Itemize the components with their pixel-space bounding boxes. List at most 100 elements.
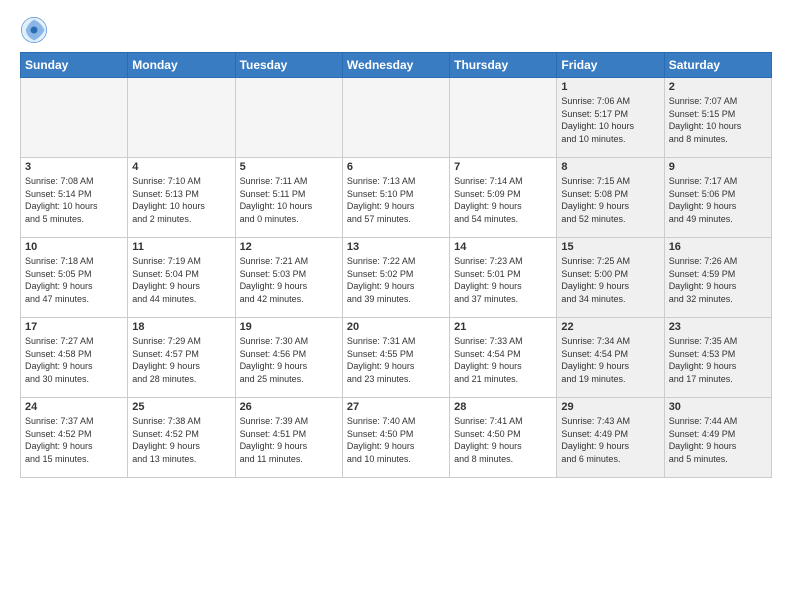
calendar-week-2: 3Sunrise: 7:08 AM Sunset: 5:14 PM Daylig… (21, 158, 772, 238)
day-number: 20 (347, 321, 445, 333)
day-info: Sunrise: 7:43 AM Sunset: 4:49 PM Dayligh… (561, 415, 659, 465)
calendar-body: 1 Sunrise: 7:06 AM Sunset: 5:17 PM Daylig… (21, 78, 772, 478)
day-number: 19 (240, 321, 338, 333)
weekday-header-sunday: Sunday (21, 53, 128, 78)
day-info: Sunrise: 7:11 AM Sunset: 5:11 PM Dayligh… (240, 175, 338, 225)
calendar-cell-4-3: 19 Sunrise: 7:30 AM Sunset: 4:56 PM Dayli… (235, 318, 342, 398)
day-number: 8 (561, 161, 659, 173)
day-number: 18 (132, 321, 230, 333)
day-info: Sunrise: 7:21 AM Sunset: 5:03 PM Dayligh… (240, 255, 338, 305)
calendar-table: SundayMondayTuesdayWednesdayThursdayFrid… (20, 52, 772, 478)
day-number: 21 (454, 321, 552, 333)
calendar-cell-3-6: 15 Sunrise: 7:25 AM Sunset: 5:00 PM Dayli… (557, 238, 664, 318)
day-number: 22 (561, 321, 659, 333)
calendar-week-1: 1 Sunrise: 7:06 AM Sunset: 5:17 PM Daylig… (21, 78, 772, 158)
calendar-cell-4-1: 17 Sunrise: 7:27 AM Sunset: 4:58 PM Dayli… (21, 318, 128, 398)
calendar-cell-3-3: 12 Sunrise: 7:21 AM Sunset: 5:03 PM Dayli… (235, 238, 342, 318)
calendar-cell-2-2: 4 Sunrise: 7:10 AM Sunset: 5:13 PM Daylig… (128, 158, 235, 238)
calendar-cell-3-4: 13 Sunrise: 7:22 AM Sunset: 5:02 PM Dayli… (342, 238, 449, 318)
calendar-cell-2-4: 6 Sunrise: 7:13 AM Sunset: 5:10 PM Daylig… (342, 158, 449, 238)
day-number: 13 (347, 241, 445, 253)
day-number: 12 (240, 241, 338, 253)
calendar-cell-2-1: 3Sunrise: 7:08 AM Sunset: 5:14 PM Daylig… (21, 158, 128, 238)
day-number: 27 (347, 401, 445, 413)
day-info: Sunrise: 7:29 AM Sunset: 4:57 PM Dayligh… (132, 335, 230, 385)
calendar-cell-3-1: 10Sunrise: 7:18 AM Sunset: 5:05 PM Dayli… (21, 238, 128, 318)
calendar-cell-2-6: 8 Sunrise: 7:15 AM Sunset: 5:08 PM Daylig… (557, 158, 664, 238)
day-number: 6 (347, 161, 445, 173)
day-number: 4 (132, 161, 230, 173)
calendar-cell-2-7: 9 Sunrise: 7:17 AM Sunset: 5:06 PM Daylig… (664, 158, 771, 238)
day-info: Sunrise: 7:23 AM Sunset: 5:01 PM Dayligh… (454, 255, 552, 305)
calendar-cell-3-5: 14Sunrise: 7:23 AM Sunset: 5:01 PM Dayli… (450, 238, 557, 318)
calendar-cell-4-2: 18 Sunrise: 7:29 AM Sunset: 4:57 PM Dayli… (128, 318, 235, 398)
calendar-cell-1-5 (450, 78, 557, 158)
day-info: Sunrise: 7:41 AM Sunset: 4:50 PM Dayligh… (454, 415, 552, 465)
calendar-cell-1-4 (342, 78, 449, 158)
calendar-cell-5-1: 24Sunrise: 7:37 AM Sunset: 4:52 PM Dayli… (21, 398, 128, 478)
calendar-cell-5-6: 29 Sunrise: 7:43 AM Sunset: 4:49 PM Dayli… (557, 398, 664, 478)
calendar-cell-1-6: 1 Sunrise: 7:06 AM Sunset: 5:17 PM Daylig… (557, 78, 664, 158)
calendar-header: SundayMondayTuesdayWednesdayThursdayFrid… (21, 53, 772, 78)
day-info: Sunrise: 7:27 AM Sunset: 4:58 PM Dayligh… (25, 335, 123, 385)
weekday-header-wednesday: Wednesday (342, 53, 449, 78)
day-info: Sunrise: 7:08 AM Sunset: 5:14 PM Dayligh… (25, 175, 123, 225)
calendar-cell-1-7: 2Sunrise: 7:07 AM Sunset: 5:15 PM Daylig… (664, 78, 771, 158)
calendar-cell-1-2 (128, 78, 235, 158)
day-info: Sunrise: 7:37 AM Sunset: 4:52 PM Dayligh… (25, 415, 123, 465)
day-number: 25 (132, 401, 230, 413)
calendar-cell-4-5: 21 Sunrise: 7:33 AM Sunset: 4:54 PM Dayli… (450, 318, 557, 398)
day-number: 29 (561, 401, 659, 413)
day-number: 23 (669, 321, 767, 333)
logo-icon (20, 16, 48, 44)
calendar-cell-5-5: 28 Sunrise: 7:41 AM Sunset: 4:50 PM Dayli… (450, 398, 557, 478)
day-info: Sunrise: 7:13 AM Sunset: 5:10 PM Dayligh… (347, 175, 445, 225)
day-number: 26 (240, 401, 338, 413)
day-number: 9 (669, 161, 767, 173)
day-number: 16 (669, 241, 767, 253)
day-number: 7 (454, 161, 552, 173)
day-info: Sunrise: 7:15 AM Sunset: 5:08 PM Dayligh… (561, 175, 659, 225)
weekday-header-row: SundayMondayTuesdayWednesdayThursdayFrid… (21, 53, 772, 78)
day-number: 10 (25, 241, 123, 253)
day-info: Sunrise: 7:40 AM Sunset: 4:50 PM Dayligh… (347, 415, 445, 465)
day-info: Sunrise: 7:39 AM Sunset: 4:51 PM Dayligh… (240, 415, 338, 465)
calendar-cell-5-2: 25 Sunrise: 7:38 AM Sunset: 4:52 PM Dayli… (128, 398, 235, 478)
day-info: Sunrise: 7:19 AM Sunset: 5:04 PM Dayligh… (132, 255, 230, 305)
calendar-cell-5-3: 26 Sunrise: 7:39 AM Sunset: 4:51 PM Dayli… (235, 398, 342, 478)
weekday-header-monday: Monday (128, 53, 235, 78)
day-number: 11 (132, 241, 230, 253)
day-number: 1 (561, 81, 659, 93)
day-info: Sunrise: 7:22 AM Sunset: 5:02 PM Dayligh… (347, 255, 445, 305)
day-info: Sunrise: 7:26 AM Sunset: 4:59 PM Dayligh… (669, 255, 767, 305)
day-number: 28 (454, 401, 552, 413)
calendar-cell-4-4: 20 Sunrise: 7:31 AM Sunset: 4:55 PM Dayli… (342, 318, 449, 398)
day-info: Sunrise: 7:10 AM Sunset: 5:13 PM Dayligh… (132, 175, 230, 225)
calendar-week-3: 10Sunrise: 7:18 AM Sunset: 5:05 PM Dayli… (21, 238, 772, 318)
day-info: Sunrise: 7:38 AM Sunset: 4:52 PM Dayligh… (132, 415, 230, 465)
day-number: 15 (561, 241, 659, 253)
calendar-cell-3-2: 11 Sunrise: 7:19 AM Sunset: 5:04 PM Dayli… (128, 238, 235, 318)
day-info: Sunrise: 7:31 AM Sunset: 4:55 PM Dayligh… (347, 335, 445, 385)
day-info: Sunrise: 7:33 AM Sunset: 4:54 PM Dayligh… (454, 335, 552, 385)
weekday-header-friday: Friday (557, 53, 664, 78)
day-info: Sunrise: 7:35 AM Sunset: 4:53 PM Dayligh… (669, 335, 767, 385)
day-info: Sunrise: 7:17 AM Sunset: 5:06 PM Dayligh… (669, 175, 767, 225)
day-info: Sunrise: 7:06 AM Sunset: 5:17 PM Dayligh… (561, 95, 659, 145)
day-info: Sunrise: 7:30 AM Sunset: 4:56 PM Dayligh… (240, 335, 338, 385)
calendar-cell-2-3: 5Sunrise: 7:11 AM Sunset: 5:11 PM Daylig… (235, 158, 342, 238)
calendar-cell-4-7: 23 Sunrise: 7:35 AM Sunset: 4:53 PM Dayli… (664, 318, 771, 398)
calendar-cell-5-4: 27 Sunrise: 7:40 AM Sunset: 4:50 PM Dayli… (342, 398, 449, 478)
page-header (20, 16, 772, 44)
weekday-header-thursday: Thursday (450, 53, 557, 78)
day-info: Sunrise: 7:44 AM Sunset: 4:49 PM Dayligh… (669, 415, 767, 465)
calendar-cell-4-6: 22Sunrise: 7:34 AM Sunset: 4:54 PM Dayli… (557, 318, 664, 398)
calendar-week-4: 17 Sunrise: 7:27 AM Sunset: 4:58 PM Dayli… (21, 318, 772, 398)
calendar-cell-2-5: 7Sunrise: 7:14 AM Sunset: 5:09 PM Daylig… (450, 158, 557, 238)
day-info: Sunrise: 7:25 AM Sunset: 5:00 PM Dayligh… (561, 255, 659, 305)
calendar-cell-5-7: 30Sunrise: 7:44 AM Sunset: 4:49 PM Dayli… (664, 398, 771, 478)
calendar-cell-3-7: 16 Sunrise: 7:26 AM Sunset: 4:59 PM Dayli… (664, 238, 771, 318)
day-number: 17 (25, 321, 123, 333)
weekday-header-saturday: Saturday (664, 53, 771, 78)
weekday-header-tuesday: Tuesday (235, 53, 342, 78)
